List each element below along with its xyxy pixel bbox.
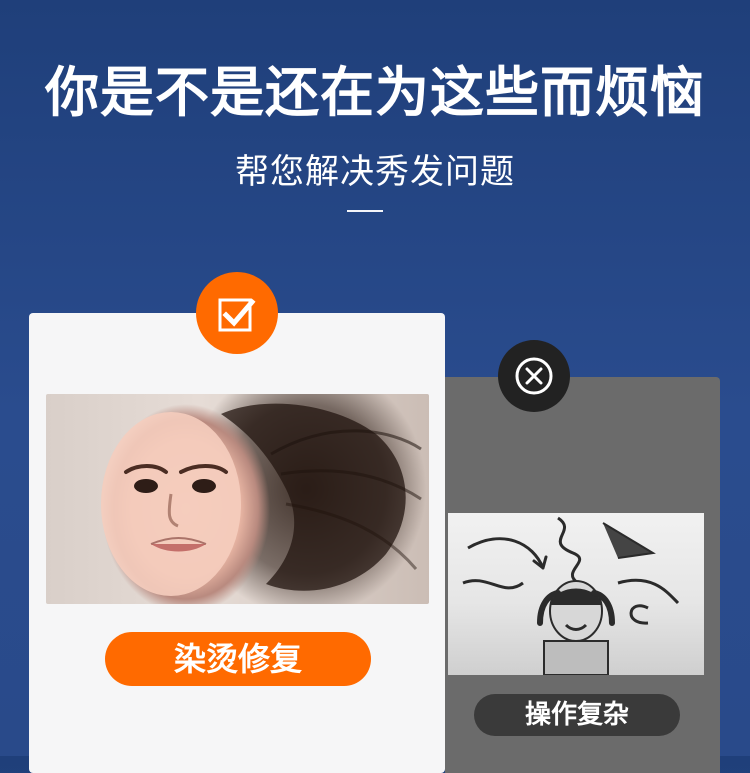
page-subtitle: 帮您解决秀发问题 (235, 152, 515, 192)
stressed-person-photo (448, 513, 704, 675)
page-title: 你是不是还在为这些而烦恼 (45, 61, 705, 124)
divider (347, 210, 383, 212)
hair-repair-button[interactable]: 染烫修复 (105, 632, 371, 686)
checkbox-checked-icon (196, 272, 278, 354)
woman-hair-photo (46, 394, 429, 604)
circle-x-icon (498, 340, 570, 412)
complex-operation-button[interactable]: 操作复杂 (474, 694, 680, 736)
